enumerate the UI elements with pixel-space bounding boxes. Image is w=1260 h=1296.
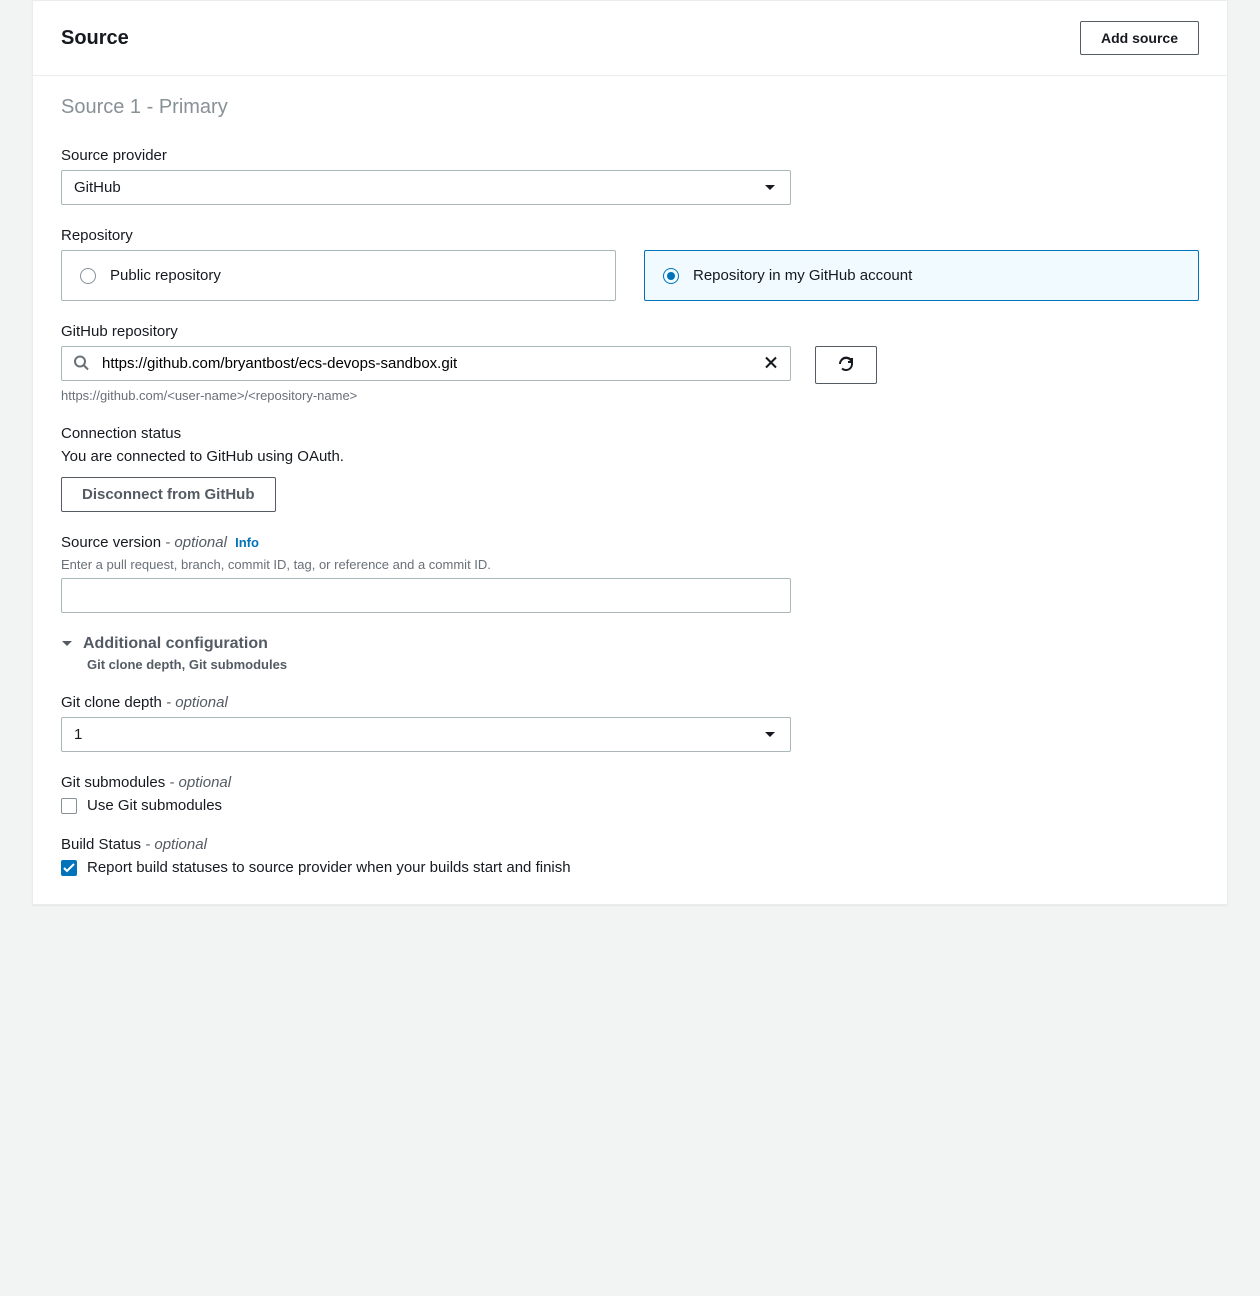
search-icon [73,354,89,373]
additional-config-sub: Git clone depth, Git submodules [87,657,1199,672]
clone-depth-value: 1 [74,726,82,743]
clone-depth-select[interactable]: 1 [61,717,791,752]
repo-option-mine-label: Repository in my GitHub account [693,267,912,284]
submodules-checkbox-label: Use Git submodules [87,797,222,814]
source-version-label: Source version - optional Info [61,534,1199,551]
connection-status-text: You are connected to GitHub using OAuth. [61,448,1199,465]
checkbox-icon [61,798,77,814]
submodules-label: Git submodules - optional [61,774,1199,791]
submodules-group: Git submodules - optional Use Git submod… [61,774,1199,814]
repo-option-public[interactable]: Public repository [61,250,616,301]
clone-depth-group: Git clone depth - optional 1 [61,694,1199,752]
repository-group: Repository Public repository Repository … [61,227,1199,301]
refresh-icon [837,355,855,376]
connection-status-group: Connection status You are connected to G… [61,425,1199,512]
source-version-input[interactable] [61,578,791,613]
add-source-button[interactable]: Add source [1080,21,1199,55]
repo-option-mine[interactable]: Repository in my GitHub account [644,250,1199,301]
checkbox-icon [61,860,77,876]
connection-status-label: Connection status [61,425,1199,442]
source-provider-label: Source provider [61,147,1199,164]
radio-icon [80,268,96,284]
source-provider-select[interactable]: GitHub [61,170,791,205]
source-subtitle: Source 1 - Primary [61,96,1199,119]
repo-option-public-label: Public repository [110,267,221,284]
radio-icon [663,268,679,284]
submodules-checkbox-row[interactable]: Use Git submodules [61,797,1199,814]
info-link[interactable]: Info [235,535,259,550]
source-panel: Source Add source Source 1 - Primary Sou… [32,0,1228,905]
refresh-button[interactable] [815,346,877,384]
disconnect-button[interactable]: Disconnect from GitHub [61,477,276,512]
build-status-label: Build Status - optional [61,836,1199,853]
panel-header: Source Add source [33,1,1227,76]
panel-title: Source [61,27,129,50]
source-version-group: Source version - optional Info Enter a p… [61,534,1199,613]
build-status-checkbox-label: Report build statuses to source provider… [87,859,571,876]
github-repo-group: GitHub repository [61,323,1199,403]
github-repo-hint: https://github.com/<user-name>/<reposito… [61,388,1199,403]
caret-down-icon [61,640,73,648]
clone-depth-label: Git clone depth - optional [61,694,1199,711]
panel-body: Source 1 - Primary Source provider GitHu… [33,76,1227,904]
source-provider-group: Source provider GitHub [61,147,1199,205]
additional-config-group: Additional configuration Git clone depth… [61,635,1199,672]
clear-icon[interactable] [763,354,779,373]
build-status-group: Build Status - optional Report build sta… [61,836,1199,876]
caret-down-icon [764,184,776,192]
repository-label: Repository [61,227,1199,244]
additional-config-label: Additional configuration [83,635,268,653]
build-status-checkbox-row[interactable]: Report build statuses to source provider… [61,859,1199,876]
additional-config-toggle[interactable]: Additional configuration [61,635,1199,653]
repository-tiles: Public repository Repository in my GitHu… [61,250,1199,301]
github-repo-input[interactable] [61,346,791,381]
github-repo-label: GitHub repository [61,323,1199,340]
caret-down-icon [764,731,776,739]
source-provider-value: GitHub [74,179,121,196]
source-version-hint: Enter a pull request, branch, commit ID,… [61,557,1199,572]
